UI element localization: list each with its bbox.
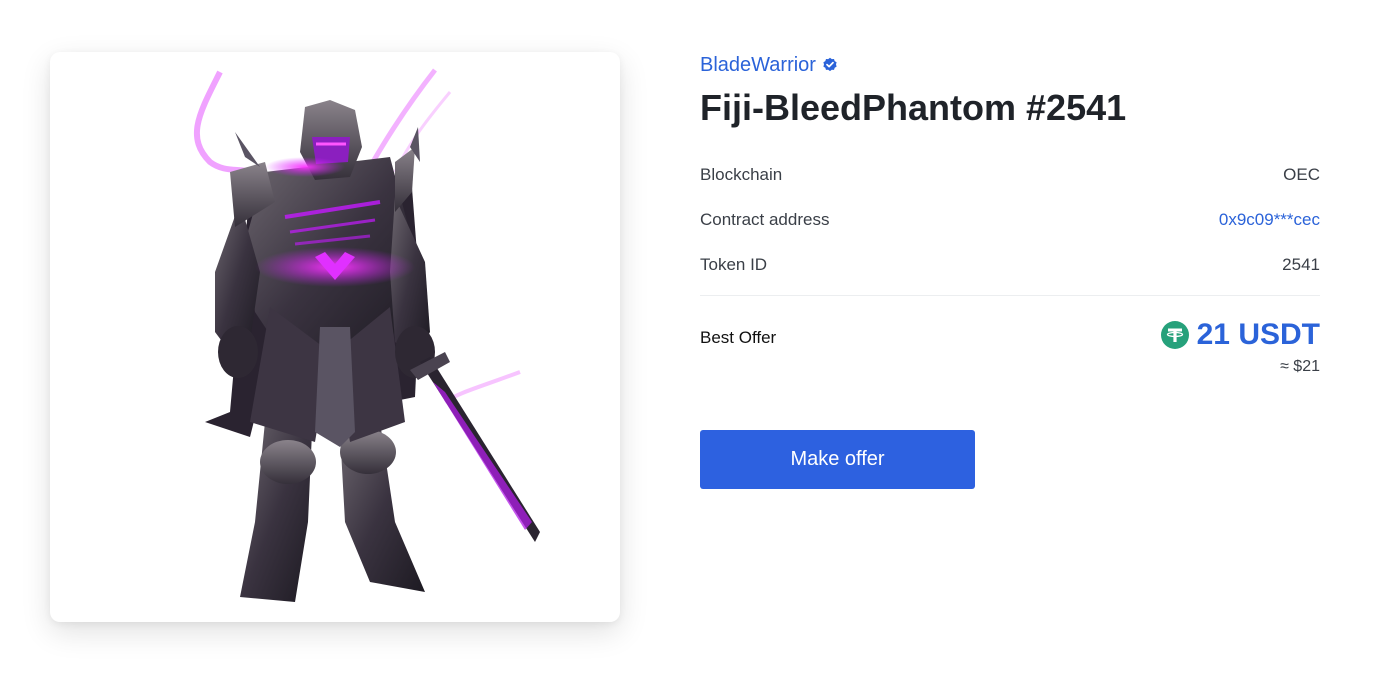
best-offer-label: Best Offer	[700, 328, 777, 347]
nft-title: Fiji-BleedPhantom #2541	[700, 87, 1127, 128]
best-offer-row: Best Offer 21 USDT ≈ $21	[700, 318, 1320, 376]
offer-amount: 21 USDT	[1196, 318, 1320, 351]
armored-knight-artwork	[193, 68, 540, 602]
info-label: Blockchain	[700, 164, 783, 184]
offer-fiat-value: ≈ $21	[1280, 358, 1320, 375]
nft-detail-page: BladeWarrior Fiji-BleedPhantom #2541 Blo…	[0, 0, 1378, 677]
info-row-contract-address: Contract address 0x9c09***cec	[700, 197, 1320, 242]
creator-row: BladeWarrior	[700, 52, 1320, 78]
info-row-blockchain: Blockchain OEC	[700, 152, 1320, 197]
info-row-token-id: Token ID 2541	[700, 242, 1320, 287]
info-label: Token ID	[700, 254, 768, 274]
make-offer-button[interactable]: Make offer	[700, 430, 975, 489]
nft-image-card[interactable]	[50, 52, 620, 622]
price-line: 21 USDT	[1160, 318, 1320, 352]
info-label: Contract address	[700, 209, 830, 229]
info-value: OEC	[1283, 164, 1320, 184]
info-table: Blockchain OEC Contract address 0x9c09**…	[700, 152, 1320, 287]
info-value: 2541	[1282, 254, 1320, 274]
contract-address-link[interactable]: 0x9c09***cec	[1219, 210, 1320, 230]
usdt-icon	[1160, 321, 1189, 349]
nft-details-panel: BladeWarrior Fiji-BleedPhantom #2541 Blo…	[700, 52, 1320, 489]
creator-link[interactable]: BladeWarrior	[700, 54, 816, 77]
verified-badge-icon	[823, 57, 837, 72]
offer-price-block: 21 USDT ≈ $21	[1160, 318, 1320, 376]
divider	[700, 295, 1320, 296]
